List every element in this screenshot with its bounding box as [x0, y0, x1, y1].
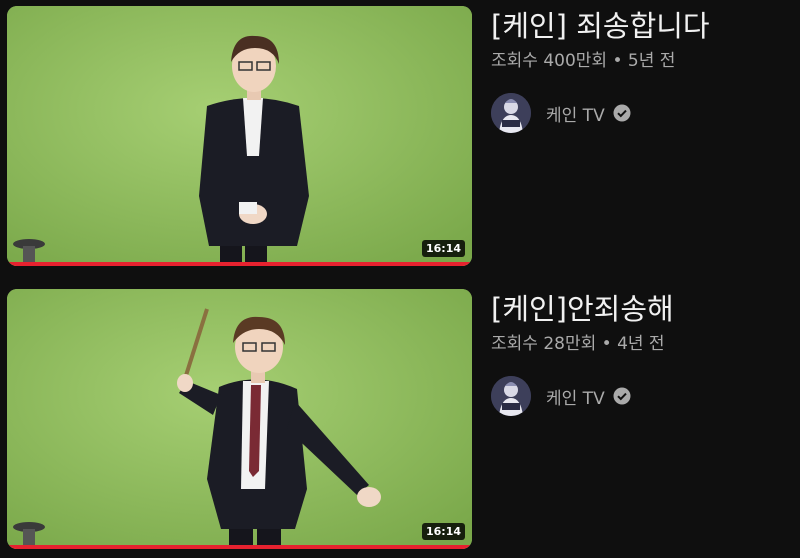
person-standing-thumbnail: [7, 6, 472, 266]
video-thumbnail[interactable]: 16:14: [7, 6, 472, 266]
video-meta: [케인]안죄송해 조회수 28만회 • 4년 전 케인 TV: [491, 289, 791, 417]
watch-progress-fill: [7, 545, 472, 549]
video-meta: [케인] 죄송합니다 조회수 400만회 • 5년 전 케인 TV: [491, 6, 791, 134]
video-stats: 조회수 28만회 • 4년 전: [491, 334, 665, 354]
video-stats: 조회수 400만회 • 5년 전: [491, 51, 676, 71]
video-title[interactable]: [케인]안죄송해: [491, 289, 791, 329]
duration-badge: 16:14: [421, 523, 465, 540]
channel-name[interactable]: 케인 TV: [546, 384, 605, 409]
channel-row[interactable]: 케인 TV: [491, 375, 791, 417]
channel-name[interactable]: 케인 TV: [546, 101, 605, 126]
watch-progress-bar: [7, 262, 472, 266]
duration-badge: 16:14: [421, 240, 465, 257]
watch-progress-bar: [7, 545, 472, 549]
person-swinging-stick-thumbnail: [7, 289, 472, 549]
channel-row[interactable]: 케인 TV: [491, 92, 791, 134]
channel-avatar-icon[interactable]: [491, 376, 531, 416]
video-thumbnail[interactable]: 16:14: [7, 289, 472, 549]
video-item[interactable]: 16:14 [케인]안죄송해 조회수 28만회 • 4년 전 케인 TV: [0, 289, 800, 558]
verified-check-icon: [613, 104, 631, 122]
verified-check-icon: [613, 387, 631, 405]
video-item[interactable]: 16:14 [케인] 죄송합니다 조회수 400만회 • 5년 전 케인 TV: [0, 6, 800, 278]
channel-avatar-icon[interactable]: [491, 93, 531, 133]
watch-progress-fill: [7, 262, 472, 266]
video-title[interactable]: [케인] 죄송합니다: [491, 6, 791, 46]
video-feed: 16:14 [케인] 죄송합니다 조회수 400만회 • 5년 전 케인 TV: [0, 0, 800, 558]
